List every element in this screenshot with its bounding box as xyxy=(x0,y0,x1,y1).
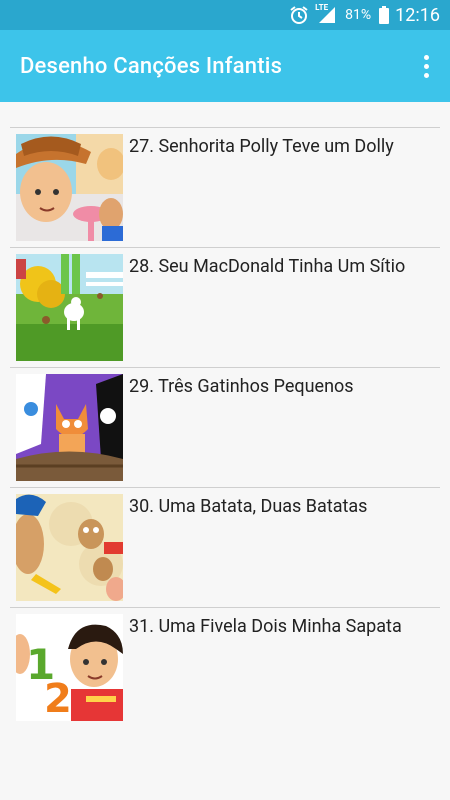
song-title: 30. Uma Batata, Duas Batatas xyxy=(129,496,368,517)
thumbnail-numbers-image: 1 2 xyxy=(16,614,123,721)
overflow-menu-icon[interactable] xyxy=(410,48,442,84)
song-list: 27. Senhorita Polly Teve um Dolly 28. Se… xyxy=(10,127,440,727)
app-title: Desenho Canções Infantis xyxy=(20,53,283,79)
battery-percent: 81% xyxy=(345,7,372,23)
list-item-28[interactable]: 28. Seu MacDonald Tinha Um Sítio xyxy=(10,247,440,367)
status-bar: LTE 81% 12:16 xyxy=(0,0,450,30)
list-item-30[interactable]: 30. Uma Batata, Duas Batatas xyxy=(10,487,440,607)
list-item-31[interactable]: 1 2 31. Uma Fivela Dois Minha Sapata xyxy=(10,607,440,727)
signal-icon: LTE xyxy=(315,3,337,25)
alarm-icon xyxy=(289,5,309,25)
list-item-29[interactable]: 29. Três Gatinhos Pequenos xyxy=(10,367,440,487)
clock-time: 12:16 xyxy=(395,4,440,26)
list-item-27[interactable]: 27. Senhorita Polly Teve um Dolly xyxy=(10,127,440,247)
thumbnail-potatoes-image xyxy=(16,494,123,601)
app-bar: Desenho Canções Infantis xyxy=(0,30,450,102)
number-two-text: 2 xyxy=(44,676,72,721)
song-title: 29. Três Gatinhos Pequenos xyxy=(129,376,354,397)
thumbnail-kittens-image xyxy=(16,374,123,481)
battery-icon xyxy=(379,6,390,24)
song-title: 31. Uma Fivela Dois Minha Sapata xyxy=(129,616,402,637)
song-title: 27. Senhorita Polly Teve um Dolly xyxy=(129,136,394,157)
thumbnail-farm-image xyxy=(16,254,123,361)
thumbnail-farmer-image xyxy=(16,134,123,241)
network-type: LTE xyxy=(315,3,329,12)
song-title: 28. Seu MacDonald Tinha Um Sítio xyxy=(129,256,406,277)
